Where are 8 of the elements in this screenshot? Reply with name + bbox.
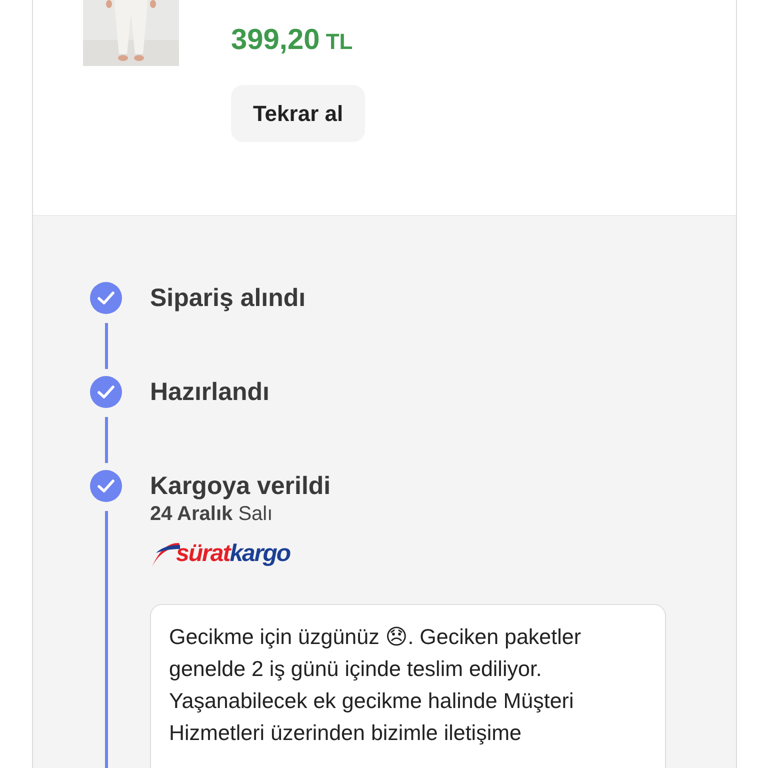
carrier-logo-text: süratkargo bbox=[176, 540, 290, 568]
step-label: Hazırlandı bbox=[150, 377, 270, 408]
delay-message: Gecikme için üzgünüz 😞. Geciken paketler genelde 2 iş günü içinde teslim ediliyor. Yaşanabilecek ek gecikme halinde Müşteri Hizmetleri üzerinden bizimle iletişime bbox=[150, 604, 666, 768]
price: 399,20 TL bbox=[231, 24, 353, 57]
step-label: Kargoya verildi bbox=[150, 471, 332, 502]
buy-again-button[interactable]: Tekrar al bbox=[231, 85, 366, 142]
step-label: Sipariş alındı bbox=[150, 283, 306, 314]
step-date: 24 Aralık Salı bbox=[150, 503, 274, 526]
